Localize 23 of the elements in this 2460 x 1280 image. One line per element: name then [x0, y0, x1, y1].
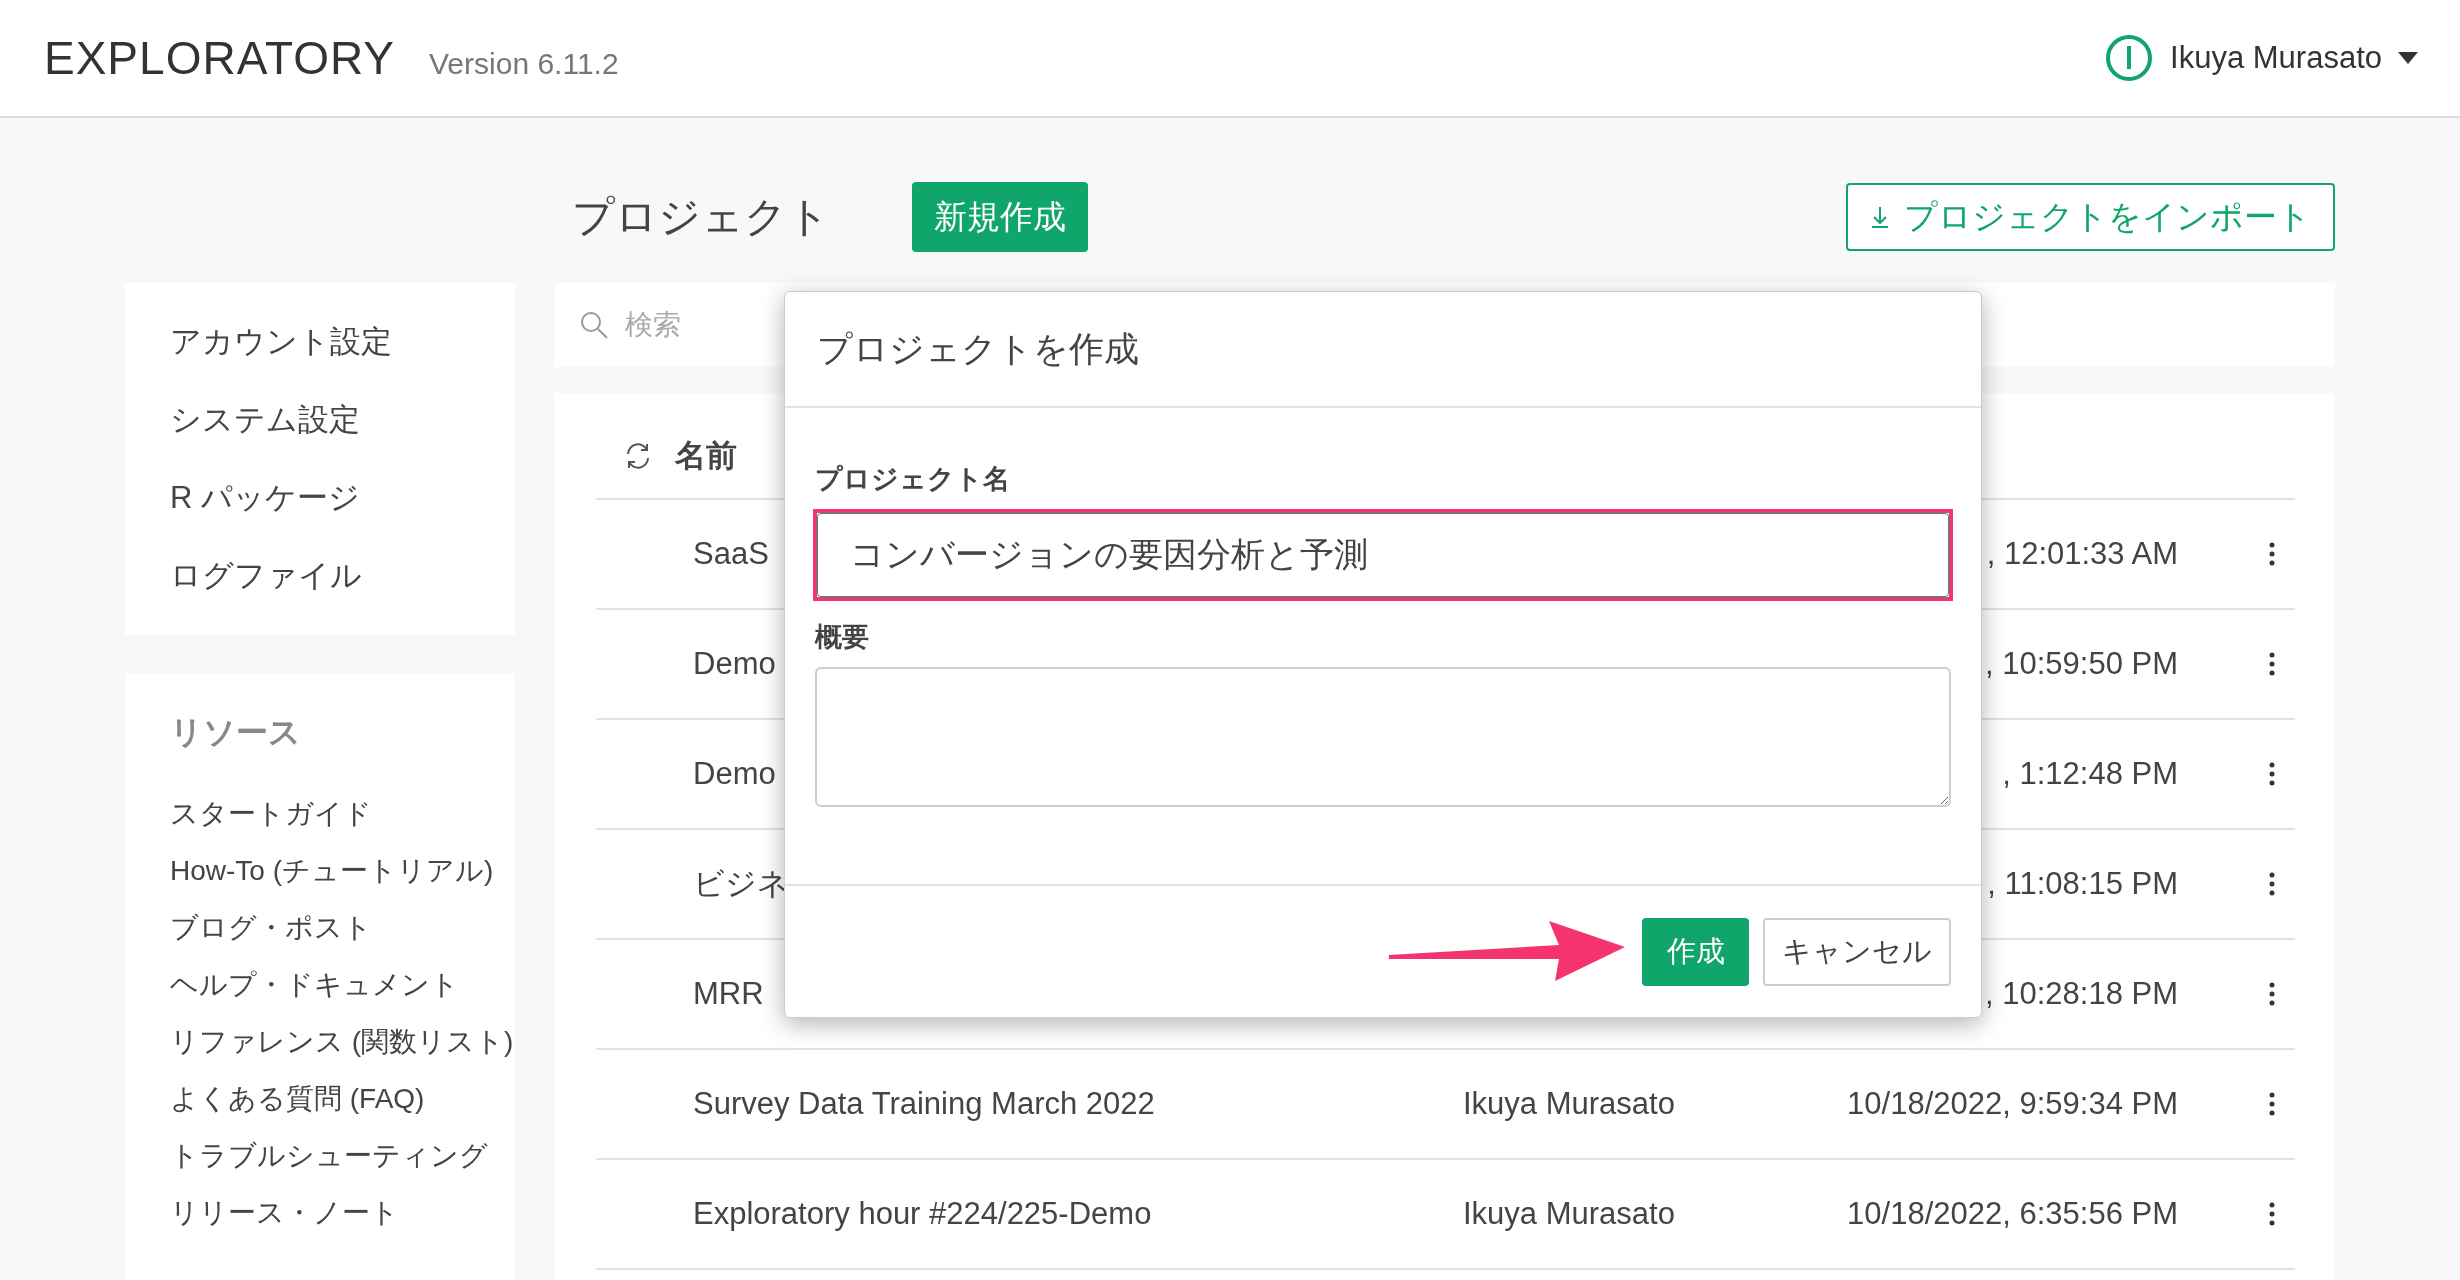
page-title: プロジェクト: [572, 192, 830, 242]
dialog-title: プロジェクトを作成: [817, 327, 1139, 370]
table-cell: , 12:01:33 AM: [1986, 536, 2178, 571]
table-cell: , 10:28:18 PM: [1985, 976, 2178, 1011]
logo: EXPLORATORY: [44, 31, 395, 85]
table-cell: , 1:12:48 PM: [2002, 756, 2178, 791]
table-cell: Survey Data Training March 2022: [693, 1086, 1155, 1121]
table-cell: MRR: [693, 976, 764, 1011]
field-label: プロジェクト名: [815, 463, 1011, 495]
table-cell: 10/18/2022, 6:35:56 PM: [1847, 1196, 2178, 1231]
table-cell: Exploratory hour #224/225-Demo: [693, 1196, 1152, 1231]
table-cell: Ikuya Murasato: [1463, 1086, 1675, 1121]
table-cell: Demo: [693, 756, 776, 791]
table-cell: , 10:59:50 PM: [1985, 646, 2178, 681]
table-cell: ビジネ: [693, 866, 789, 901]
version-text: Version 6.11.2: [429, 47, 619, 81]
table-cell: Demo: [693, 646, 776, 681]
table-cell: 10/18/2022, 9:59:34 PM: [1847, 1086, 2178, 1121]
table-cell: SaaS: [693, 536, 769, 571]
table-cell: , 11:08:15 PM: [1987, 866, 2178, 901]
resources-title: リソース: [170, 713, 302, 752]
table-cell: Ikuya Murasato: [1463, 1196, 1675, 1231]
field-label: 概要: [815, 621, 870, 653]
